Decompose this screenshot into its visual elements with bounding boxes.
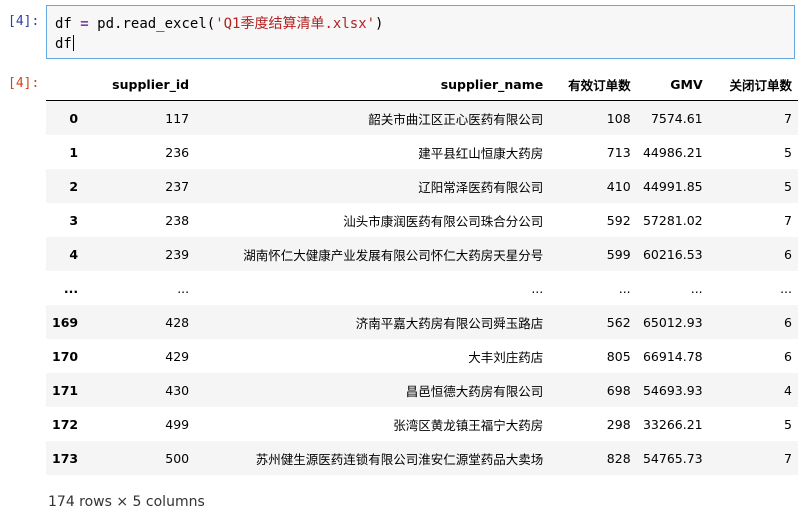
- table-row: 169 428 济南平嘉大药房有限公司舜玉路店 562 65012.93 6: [46, 305, 798, 339]
- column-header-gmv: GMV: [636, 68, 709, 101]
- column-header-supplier-id: supplier_id: [84, 68, 196, 101]
- valid-orders-cell: 108: [606, 110, 631, 126]
- closed-orders-cell: ...: [780, 280, 792, 296]
- code-close: ): [375, 16, 384, 32]
- valid-orders-cell: 562: [606, 314, 631, 330]
- code-editor[interactable]: df = pd.read_excel('Q1季度结算清单.xlsx') df: [55, 14, 383, 54]
- supplier-name-cell: 苏州健生源医药连锁有限公司淮安仁源堂药品大卖场: [255, 451, 544, 467]
- closed-orders-cell: 5: [784, 178, 792, 194]
- closed-orders-cell: 6: [784, 348, 792, 364]
- table-row: 0 117 韶关市曲江区正心医药有限公司 108 7574.61 7: [46, 100, 798, 135]
- supplier-name-cell: 济南平嘉大药房有限公司舜玉路店: [355, 315, 544, 331]
- gmv-cell: ...: [690, 280, 703, 296]
- supplier-id-cell: 499: [165, 416, 190, 432]
- valid-orders-cell: 828: [606, 450, 631, 466]
- table-row: 173 500 苏州健生源医药连锁有限公司淮安仁源堂药品大卖场 828 54765.73…: [46, 441, 798, 475]
- table-row: ..................: [46, 271, 798, 305]
- table-row: 4 239 湖南怀仁大健康产业发展有限公司怀仁大药房天星分号 599 60216.53 6: [46, 237, 798, 271]
- input-prompt: [4]:: [8, 14, 40, 29]
- code-line-2: df: [55, 36, 72, 52]
- closed-orders-cell: 6: [784, 314, 792, 330]
- supplier-id-cell: 430: [165, 382, 190, 398]
- index-header: [46, 68, 85, 101]
- supplier-id-cell: 500: [165, 450, 190, 466]
- closed-orders-cell: 4: [784, 382, 792, 398]
- gmv-cell: 57281.02: [642, 212, 703, 228]
- table-row: 171 430 昌邑恒德大药房有限公司 698 54693.93 4: [46, 373, 798, 407]
- code-cell-input[interactable]: df = pd.read_excel('Q1季度结算清单.xlsx') df: [46, 5, 795, 59]
- gmv-cell: 54765.73: [642, 450, 703, 466]
- closed-orders-cell: 5: [784, 416, 792, 432]
- index-cell: 4: [69, 246, 79, 262]
- dataframe-table: supplier_id supplier_name 有效订单数 GMV 关闭订单…: [46, 68, 798, 475]
- valid-orders-cell: 599: [606, 246, 631, 262]
- valid-orders-cell: 805: [606, 348, 631, 364]
- closed-orders-cell: 6: [784, 246, 792, 262]
- output-prompt: [4]:: [8, 76, 40, 91]
- header-row: supplier_id supplier_name 有效订单数 GMV 关闭订单…: [46, 68, 798, 101]
- dataframe-output: supplier_id supplier_name 有效订单数 GMV 关闭订单…: [46, 68, 798, 475]
- index-cell: 3: [69, 212, 79, 228]
- table-row: 2 237 辽阳常泽医药有限公司 410 44991.85 5: [46, 169, 798, 203]
- closed-orders-cell: 5: [784, 144, 792, 160]
- code-operator: =: [80, 16, 89, 32]
- gmv-cell: 60216.53: [642, 246, 703, 262]
- supplier-name-cell: 湖南怀仁大健康产业发展有限公司怀仁大药房天星分号: [243, 247, 544, 263]
- index-cell: 169: [52, 314, 79, 330]
- index-cell: ...: [63, 280, 79, 296]
- supplier-id-cell: 239: [165, 246, 190, 262]
- column-header-valid-orders: 有效订单数: [549, 68, 637, 101]
- supplier-id-cell: 117: [165, 110, 190, 126]
- table-row: 172 499 张湾区黄龙镇王福宁大药房 298 33266.21 5: [46, 407, 798, 441]
- code-var: df: [55, 16, 72, 32]
- index-cell: 171: [52, 382, 79, 398]
- closed-orders-cell: 7: [784, 110, 792, 126]
- valid-orders-cell: 713: [606, 144, 631, 160]
- valid-orders-cell: 698: [606, 382, 631, 398]
- code-string: 'Q1季度结算清单.xlsx': [215, 16, 376, 32]
- table-row: 3 238 汕头市康润医药有限公司珠合分公司 592 57281.02 7: [46, 203, 798, 237]
- supplier-id-cell: 237: [165, 178, 190, 194]
- table-body: 0 117 韶关市曲江区正心医药有限公司 108 7574.61 7 1 236 建平县红山恒康…: [46, 100, 798, 475]
- supplier-id-cell: 428: [165, 314, 190, 330]
- index-cell: 0: [69, 110, 79, 126]
- gmv-cell: 54693.93: [642, 382, 703, 398]
- gmv-cell: 65012.93: [642, 314, 703, 330]
- index-cell: 172: [52, 416, 79, 432]
- index-cell: 170: [52, 348, 79, 364]
- valid-orders-cell: 298: [606, 416, 631, 432]
- index-cell: 2: [69, 178, 79, 194]
- table-row: 170 429 大丰刘庄药店 805 66914.78 6: [46, 339, 798, 373]
- closed-orders-cell: 7: [784, 450, 792, 466]
- supplier-id-cell: 236: [165, 144, 190, 160]
- supplier-name-cell: 大丰刘庄药店: [468, 349, 544, 365]
- supplier-name-cell: 汕头市康润医药有限公司珠合分公司: [343, 213, 544, 229]
- valid-orders-cell: 592: [606, 212, 631, 228]
- supplier-id-cell: 238: [165, 212, 190, 228]
- valid-orders-cell: ...: [618, 280, 631, 296]
- supplier-name-cell: 韶关市曲江区正心医药有限公司: [368, 111, 544, 127]
- dataframe-shape: 174 rows × 5 columns: [48, 494, 205, 510]
- supplier-name-cell: 建平县红山恒康大药房: [418, 145, 544, 161]
- valid-orders-cell: 410: [606, 178, 631, 194]
- supplier-name-cell: 辽阳常泽医药有限公司: [418, 179, 544, 195]
- gmv-cell: 44986.21: [642, 144, 703, 160]
- code-call: pd.read_excel(: [97, 16, 216, 32]
- closed-orders-cell: 7: [784, 212, 792, 228]
- supplier-id-cell: ...: [177, 280, 190, 296]
- gmv-cell: 44991.85: [642, 178, 703, 194]
- text-cursor: [72, 35, 74, 51]
- column-header-closed-orders: 关闭订单数: [708, 68, 798, 101]
- supplier-id-cell: 429: [165, 348, 190, 364]
- gmv-cell: 33266.21: [642, 416, 703, 432]
- supplier-name-cell: 张湾区黄龙镇王福宁大药房: [393, 417, 544, 433]
- index-cell: 1: [69, 144, 79, 160]
- column-header-supplier-name: supplier_name: [195, 68, 550, 101]
- gmv-cell: 66914.78: [642, 348, 703, 364]
- gmv-cell: 7574.61: [650, 110, 703, 126]
- index-cell: 173: [52, 450, 79, 466]
- table-row: 1 236 建平县红山恒康大药房 713 44986.21 5: [46, 135, 798, 169]
- supplier-name-cell: ...: [531, 280, 544, 296]
- supplier-name-cell: 昌邑恒德大药房有限公司: [405, 383, 544, 399]
